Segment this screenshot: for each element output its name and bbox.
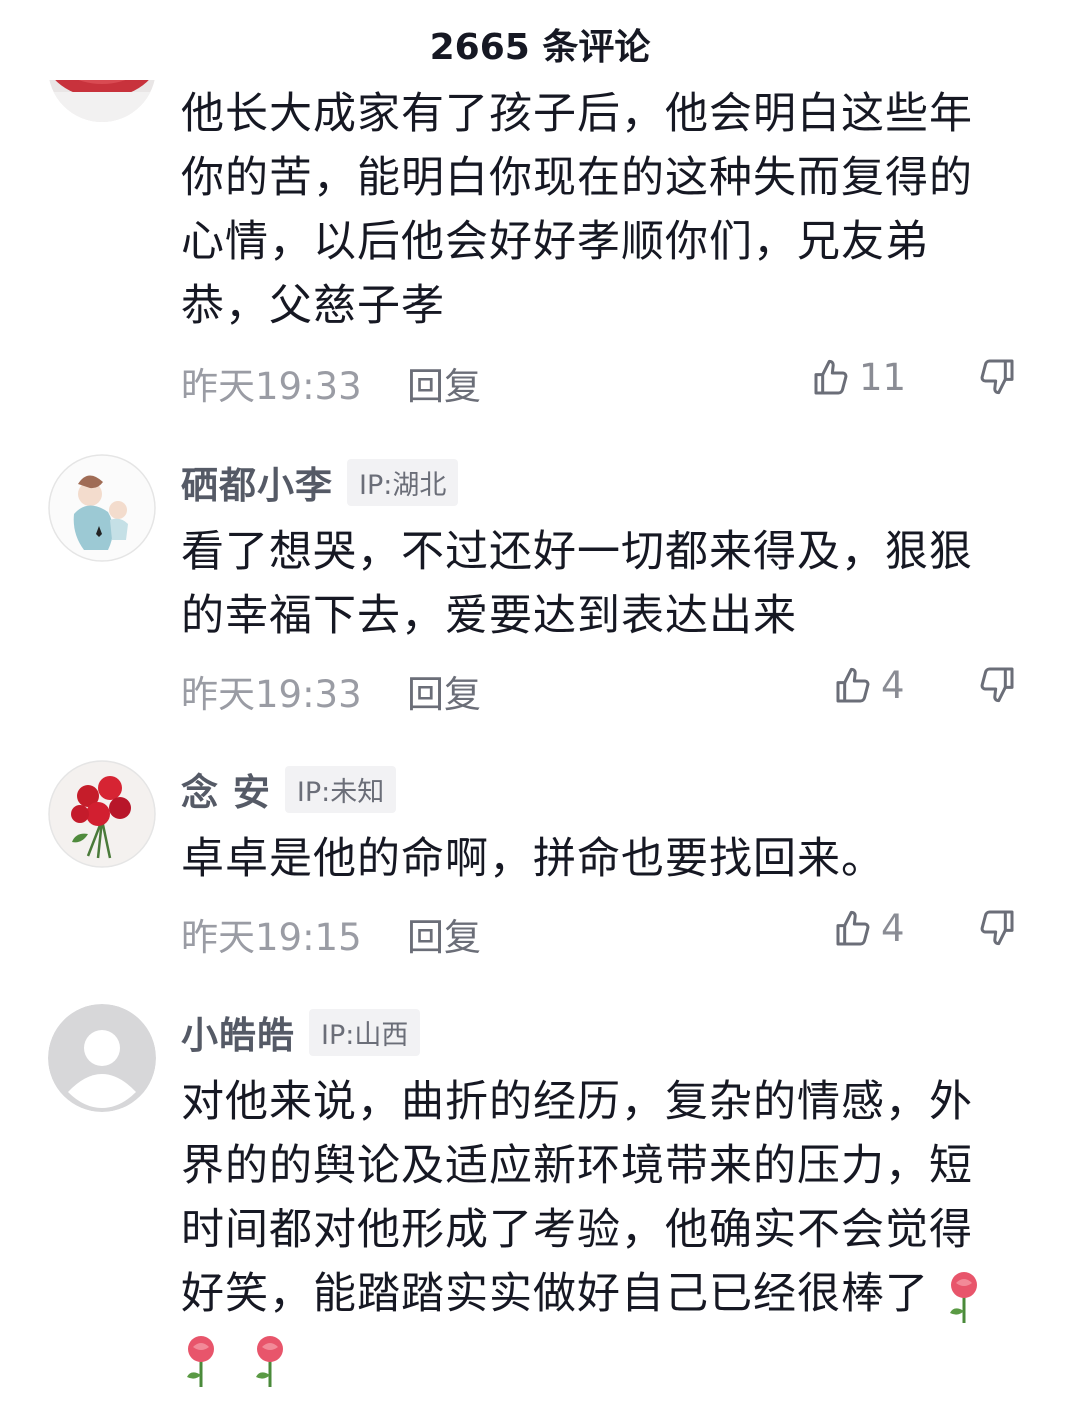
dislike-button[interactable] bbox=[977, 907, 1017, 951]
comment-time: 昨天19:15 bbox=[181, 916, 362, 959]
comment-text: 他长大成家有了孩子后，他会明白这些年 你的苦，能明白你现在的这种失而复得的 心情… bbox=[181, 82, 1011, 338]
avatar[interactable] bbox=[48, 454, 156, 562]
thumbs-up-icon bbox=[836, 667, 870, 702]
thumbs-down-icon bbox=[980, 667, 1014, 703]
username[interactable]: 硒都小李 bbox=[181, 455, 333, 509]
rose-emoji bbox=[255, 1335, 283, 1387]
comment-text: 对他来说，曲折的经历，复杂的情感，外 界的的舆论及适应新环境带来的压力，短 时间… bbox=[181, 1070, 1011, 1390]
comment-header: 硒都小李 IP:湖北 bbox=[181, 458, 459, 507]
reply-button[interactable]: 回复 bbox=[407, 664, 481, 718]
comment-meta: 昨天19:15 回复 4 bbox=[181, 907, 1031, 959]
comment-line: 对他来说，曲折的经历，复杂的情感，外 bbox=[181, 1077, 973, 1127]
rose-emoji bbox=[949, 1271, 977, 1323]
thumbs-up-icon bbox=[836, 910, 870, 945]
reply-button[interactable]: 回复 bbox=[407, 907, 481, 961]
comment-line: 好笑，能踏踏实实做好自己已经很棒了 bbox=[181, 1262, 1011, 1326]
dislike-button[interactable] bbox=[977, 664, 1017, 708]
reply-button[interactable]: 回复 bbox=[407, 356, 481, 410]
comment-line: 的幸福下去，爱要达到表达出来 bbox=[181, 591, 797, 641]
avatar[interactable] bbox=[48, 1004, 156, 1112]
emoji-line bbox=[181, 1326, 1011, 1390]
comment-line: 卓卓是他的命啊，拼命也要找回来。 bbox=[181, 834, 885, 884]
comment-header: 小皓皓 IP:山西 bbox=[181, 1008, 421, 1057]
username[interactable]: 小皓皓 bbox=[181, 1005, 295, 1059]
comment-line: 时间都对他形成了考验，他确实不会觉得 bbox=[181, 1205, 973, 1255]
comment-line: 看了想哭，不过还好一切都来得及，狠狠 bbox=[181, 527, 973, 577]
comment-meta: 昨天19:33 回复 11 bbox=[181, 356, 1031, 408]
comment-count-title: 2665 条评论 bbox=[429, 27, 651, 68]
like-button[interactable]: 11 bbox=[811, 356, 906, 399]
ip-location-badge: IP:山西 bbox=[309, 1008, 421, 1056]
avatar[interactable] bbox=[48, 760, 156, 868]
comments-header: 2665 条评论 bbox=[0, 0, 1080, 80]
thumbs-up-icon bbox=[814, 359, 848, 394]
ip-location-badge: IP:未知 bbox=[284, 765, 397, 813]
thumbs-down-icon bbox=[980, 359, 1014, 395]
dislike-button[interactable] bbox=[977, 356, 1017, 400]
comment-line-text: 好笑，能踏踏实实做好自己已经很棒了 bbox=[181, 1269, 929, 1319]
comment-line: 你的苦，能明白你现在的这种失而复得的 bbox=[181, 153, 973, 203]
thumbs-down-icon bbox=[980, 910, 1014, 946]
comment-line: 界的的舆论及适应新环境带来的压力，短 bbox=[181, 1141, 973, 1191]
like-button[interactable]: 4 bbox=[833, 907, 905, 950]
ip-location-badge: IP:湖北 bbox=[347, 458, 459, 506]
comment-text: 看了想哭，不过还好一切都来得及，狠狠 的幸福下去，爱要达到表达出来 bbox=[181, 520, 1011, 648]
like-count: 4 bbox=[881, 907, 905, 950]
comment-time: 昨天19:33 bbox=[181, 365, 362, 408]
like-count: 11 bbox=[859, 356, 907, 399]
rose-emoji bbox=[187, 1335, 214, 1387]
comment-line: 他长大成家有了孩子后，他会明白这些年 bbox=[181, 89, 973, 139]
like-count: 4 bbox=[881, 664, 905, 707]
comment-line: 恭，父慈子孝 bbox=[181, 281, 445, 331]
like-button[interactable]: 4 bbox=[833, 664, 905, 707]
username[interactable]: 念 安 bbox=[181, 762, 271, 816]
comment-text: 卓卓是他的命啊，拼命也要找回来。 bbox=[181, 827, 1011, 891]
comment-time: 昨天19:33 bbox=[181, 673, 362, 716]
comment-meta: 昨天19:33 回复 4 bbox=[181, 664, 1031, 716]
comment-header: 念 安 IP:未知 bbox=[181, 765, 397, 814]
comment-line: 心情，以后他会好好孝顺你们，兄友弟 bbox=[181, 217, 929, 267]
